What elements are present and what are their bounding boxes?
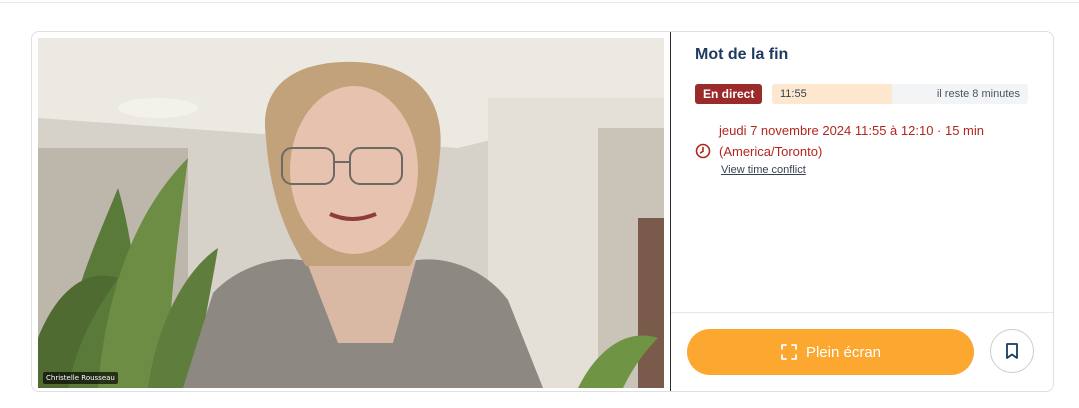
footer-divider xyxy=(671,312,1053,313)
video-frame xyxy=(38,38,664,388)
participant-name-tag: Christelle Rousseau xyxy=(43,372,118,384)
session-progress-bar: 11:55 il reste 8 minutes xyxy=(772,84,1028,104)
top-divider xyxy=(0,2,1079,3)
session-schedule: jeudi 7 novembre 2024 11:55 à 12:10 · 15… xyxy=(719,120,1039,162)
session-card: Christelle Rousseau Mot de la fin En dir… xyxy=(31,31,1054,392)
view-time-conflict-link[interactable]: View time conflict xyxy=(721,164,806,176)
bookmark-button[interactable] xyxy=(990,329,1034,373)
video-player[interactable]: Christelle Rousseau xyxy=(38,38,664,388)
fullscreen-button-label: Plein écran xyxy=(805,343,882,361)
live-badge: En direct xyxy=(695,84,763,104)
session-info-panel: Mot de la fin En direct 11:55 il reste 8… xyxy=(671,32,1053,391)
live-status-row: En direct 11:55 il reste 8 minutes xyxy=(695,84,1028,104)
session-timezone: (America/Toronto) xyxy=(719,144,823,159)
current-time: 11:55 xyxy=(780,88,807,100)
clock-icon xyxy=(695,143,711,159)
bookmark-icon xyxy=(1006,343,1018,359)
session-date: jeudi 7 novembre 2024 11:55 à 12:10 · 15… xyxy=(719,123,984,138)
session-title: Mot de la fin xyxy=(695,46,789,63)
expand-corners-icon xyxy=(781,344,797,360)
fullscreen-button[interactable]: Plein écran xyxy=(687,329,974,375)
time-remaining: il reste 8 minutes xyxy=(936,88,1020,100)
